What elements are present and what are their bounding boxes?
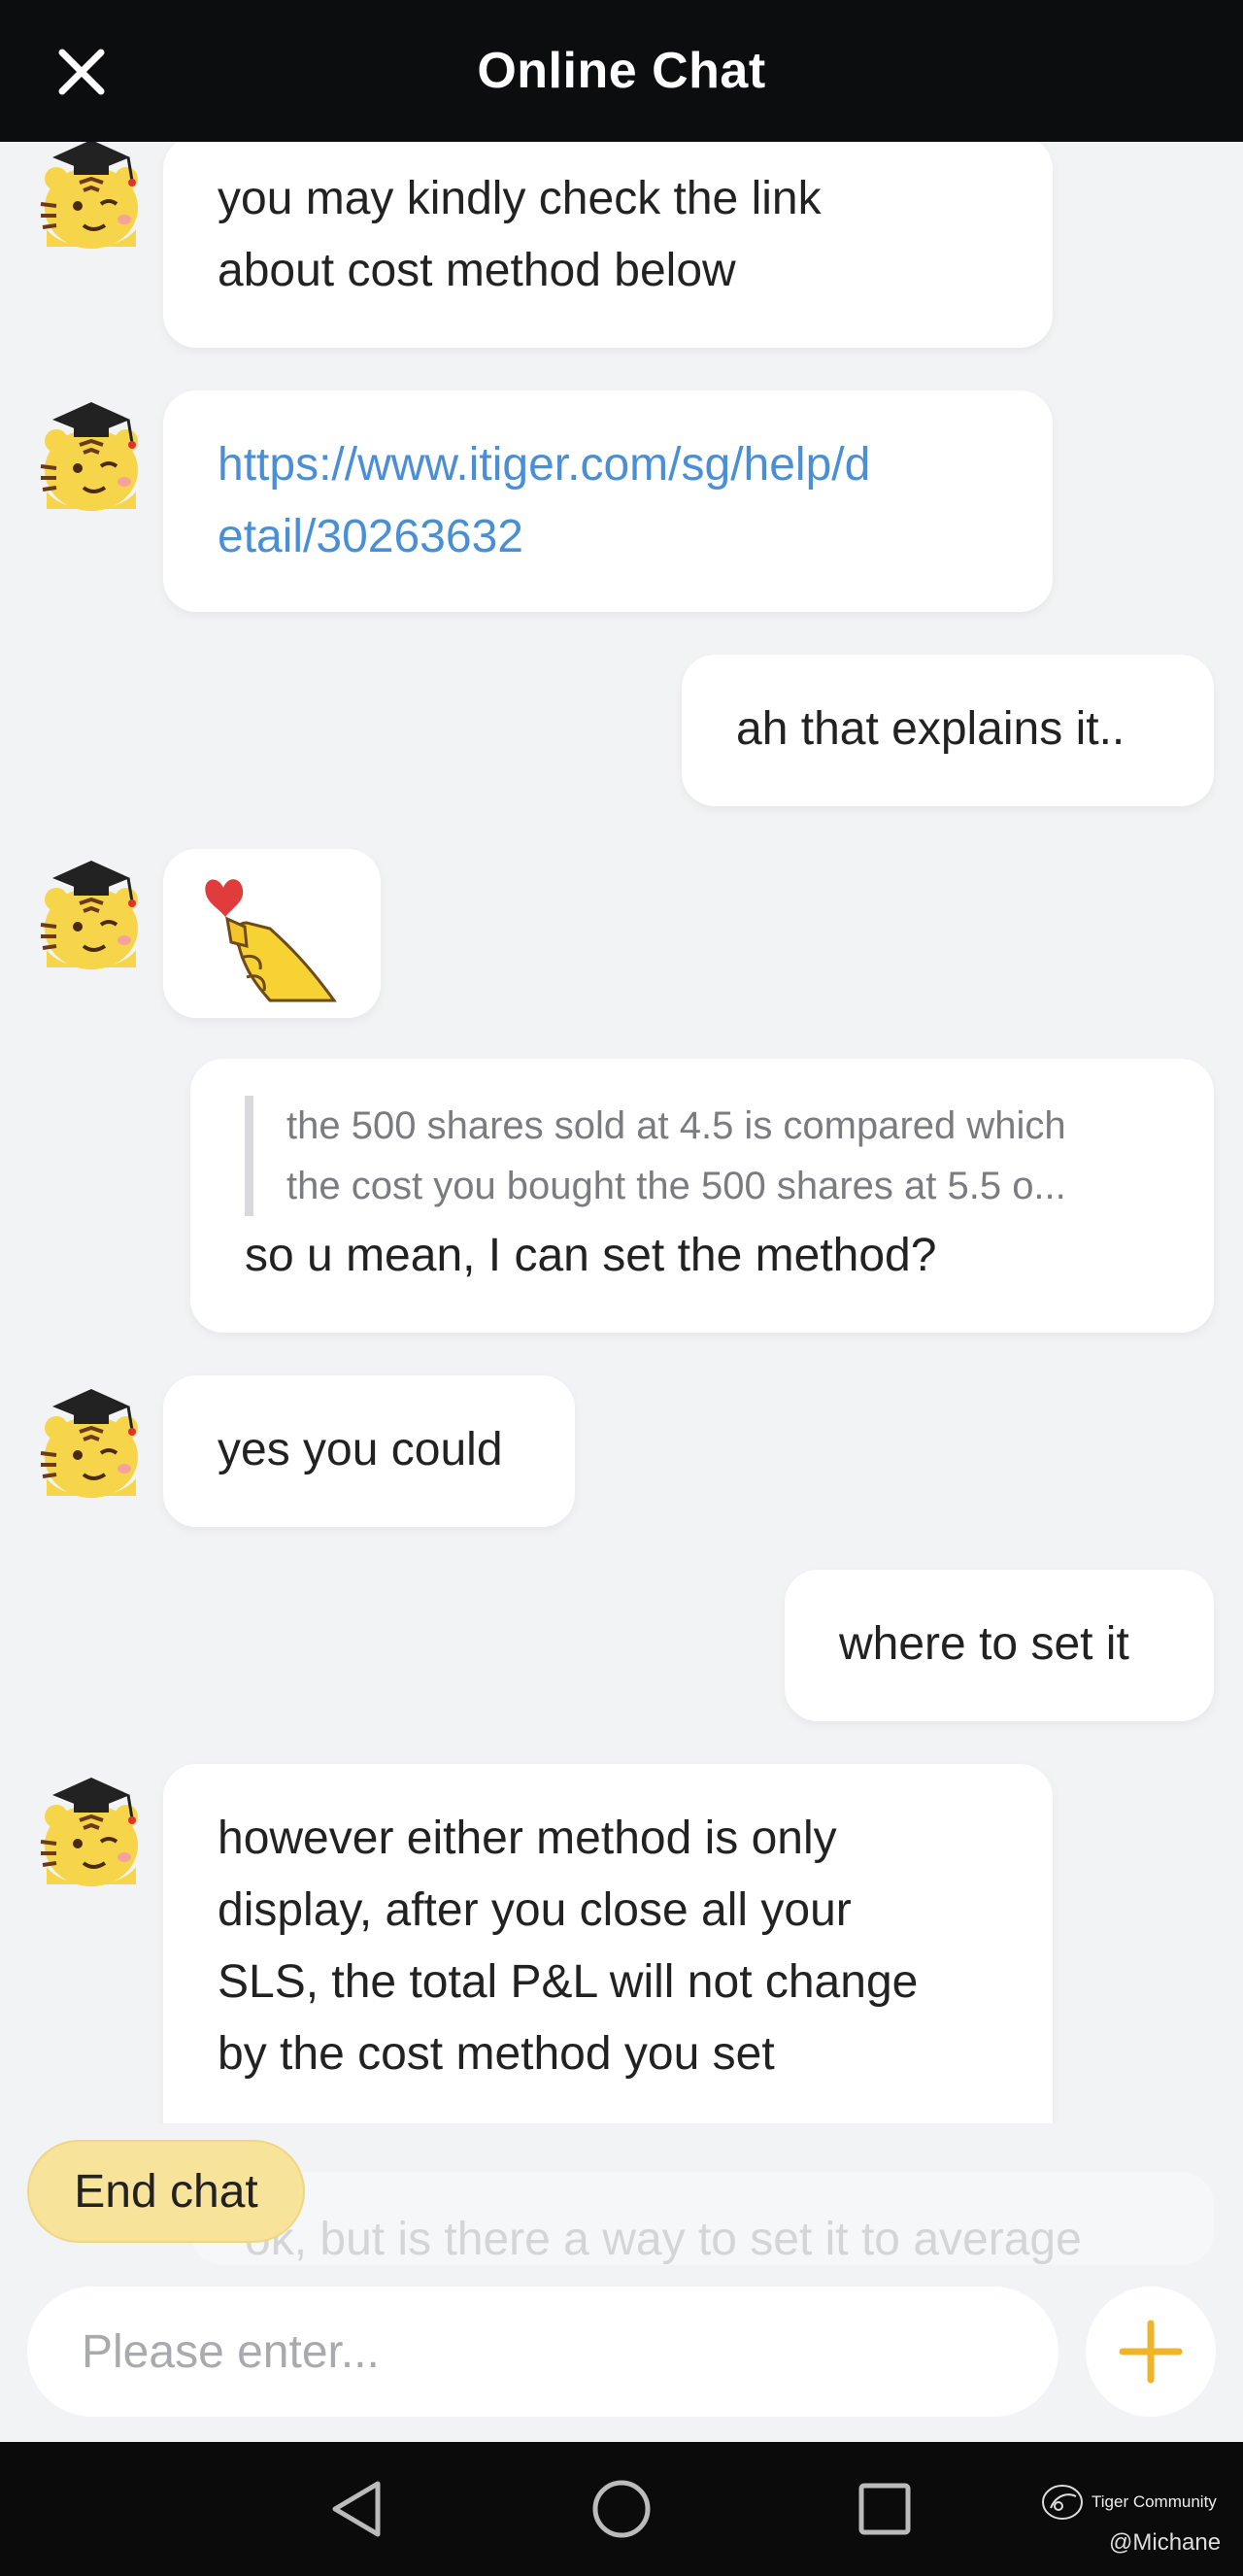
message-bubble-user: the 500 shares sold at 4.5 is compared w… [190,1059,1214,1333]
quote-text: the 500 shares sold at 4.5 is compared w… [286,1104,1066,1147]
message-input[interactable]: Please enter... [27,2287,1058,2417]
message-text: where to set it [839,1618,1129,1670]
back-triangle-icon[interactable] [320,2442,392,2576]
agent-avatar [35,142,148,253]
message-text: so u mean, I can set the method? [245,1230,937,1281]
watermark-brand-text: Tiger Community [1092,2492,1217,2511]
message-text: display, after you close all your [218,1884,852,1936]
home-circle-icon[interactable] [587,2442,656,2576]
page-title: Online Chat [477,43,766,99]
header-bar: Online Chat [0,0,1243,142]
help-link[interactable]: https://www.itiger.com/sg/help/d [218,429,998,501]
close-icon[interactable] [52,43,111,101]
message-bubble-user: ah that explains it.. [682,655,1214,806]
quote-text: the cost you bought the 500 shares at 5.… [286,1165,1066,1207]
tiger-community-logo-icon [1042,2485,1083,2520]
message-bubble: yes you could [163,1375,575,1527]
message-bubble-user: where to set it [785,1570,1214,1721]
agent-avatar [35,853,148,973]
watermark-brand: Tiger Community [1041,2483,1217,2522]
message-text: ah that explains it.. [736,703,1125,755]
agent-avatar [35,1381,148,1502]
hand-heart-sticker [205,879,337,1002]
agent-avatar [35,394,148,515]
input-placeholder: Please enter... [82,2325,380,2378]
message-text: you may kindly check the link [218,173,822,224]
help-link[interactable]: etail/30263632 [218,501,998,573]
message-text: SLS, the total P&L will not change [218,1956,919,2008]
message-bubble: however either method is only display, a… [163,1764,1053,2123]
quoted-message: the 500 shares sold at 4.5 is compared w… [245,1096,1159,1216]
end-chat-button[interactable]: End chat [27,2140,305,2243]
watermark-user: @Michane [1109,2529,1222,2556]
message-preview-faded: ok, but is there a way to set it to aver… [190,2172,1214,2265]
message-bubble: you may kindly check the link about cost… [163,142,1053,348]
message-text: about cost method below [218,245,736,296]
agent-avatar [35,1770,148,1890]
message-text: however either method is only [218,1813,837,1864]
chat-log[interactable]: you may kindly check the link about cost… [0,142,1243,2123]
message-text: yes you could [218,1424,503,1475]
plus-icon[interactable] [1086,2287,1216,2417]
message-bubble [163,849,381,1018]
recents-square-icon[interactable] [853,2442,917,2576]
message-text: by the cost method you set [218,2028,775,2080]
message-bubble: https://www.itiger.com/sg/help/d etail/3… [163,390,1053,612]
